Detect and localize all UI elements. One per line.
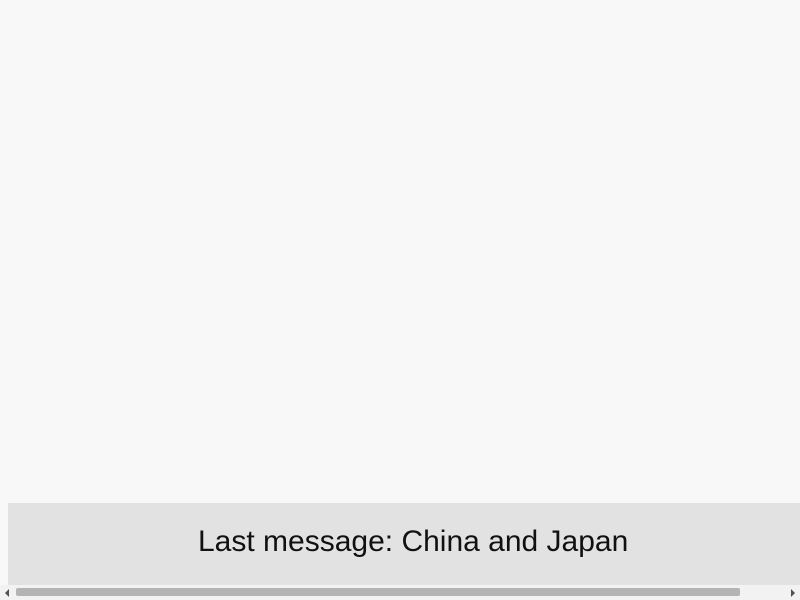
last-message-text: Last message: China and Japan [198,525,629,558]
app-window: Last message: China and Japan [0,0,800,600]
scroll-thumb[interactable] [16,588,740,596]
status-bar: Last message: China and Japan [8,503,800,585]
horizontal-scrollbar[interactable] [0,585,800,600]
arrow-right-icon [791,588,795,597]
scroll-left-button[interactable] [0,585,14,600]
scroll-track[interactable] [14,585,786,600]
content-area [0,0,800,503]
scroll-right-button[interactable] [786,585,800,600]
arrow-left-icon [5,588,9,597]
